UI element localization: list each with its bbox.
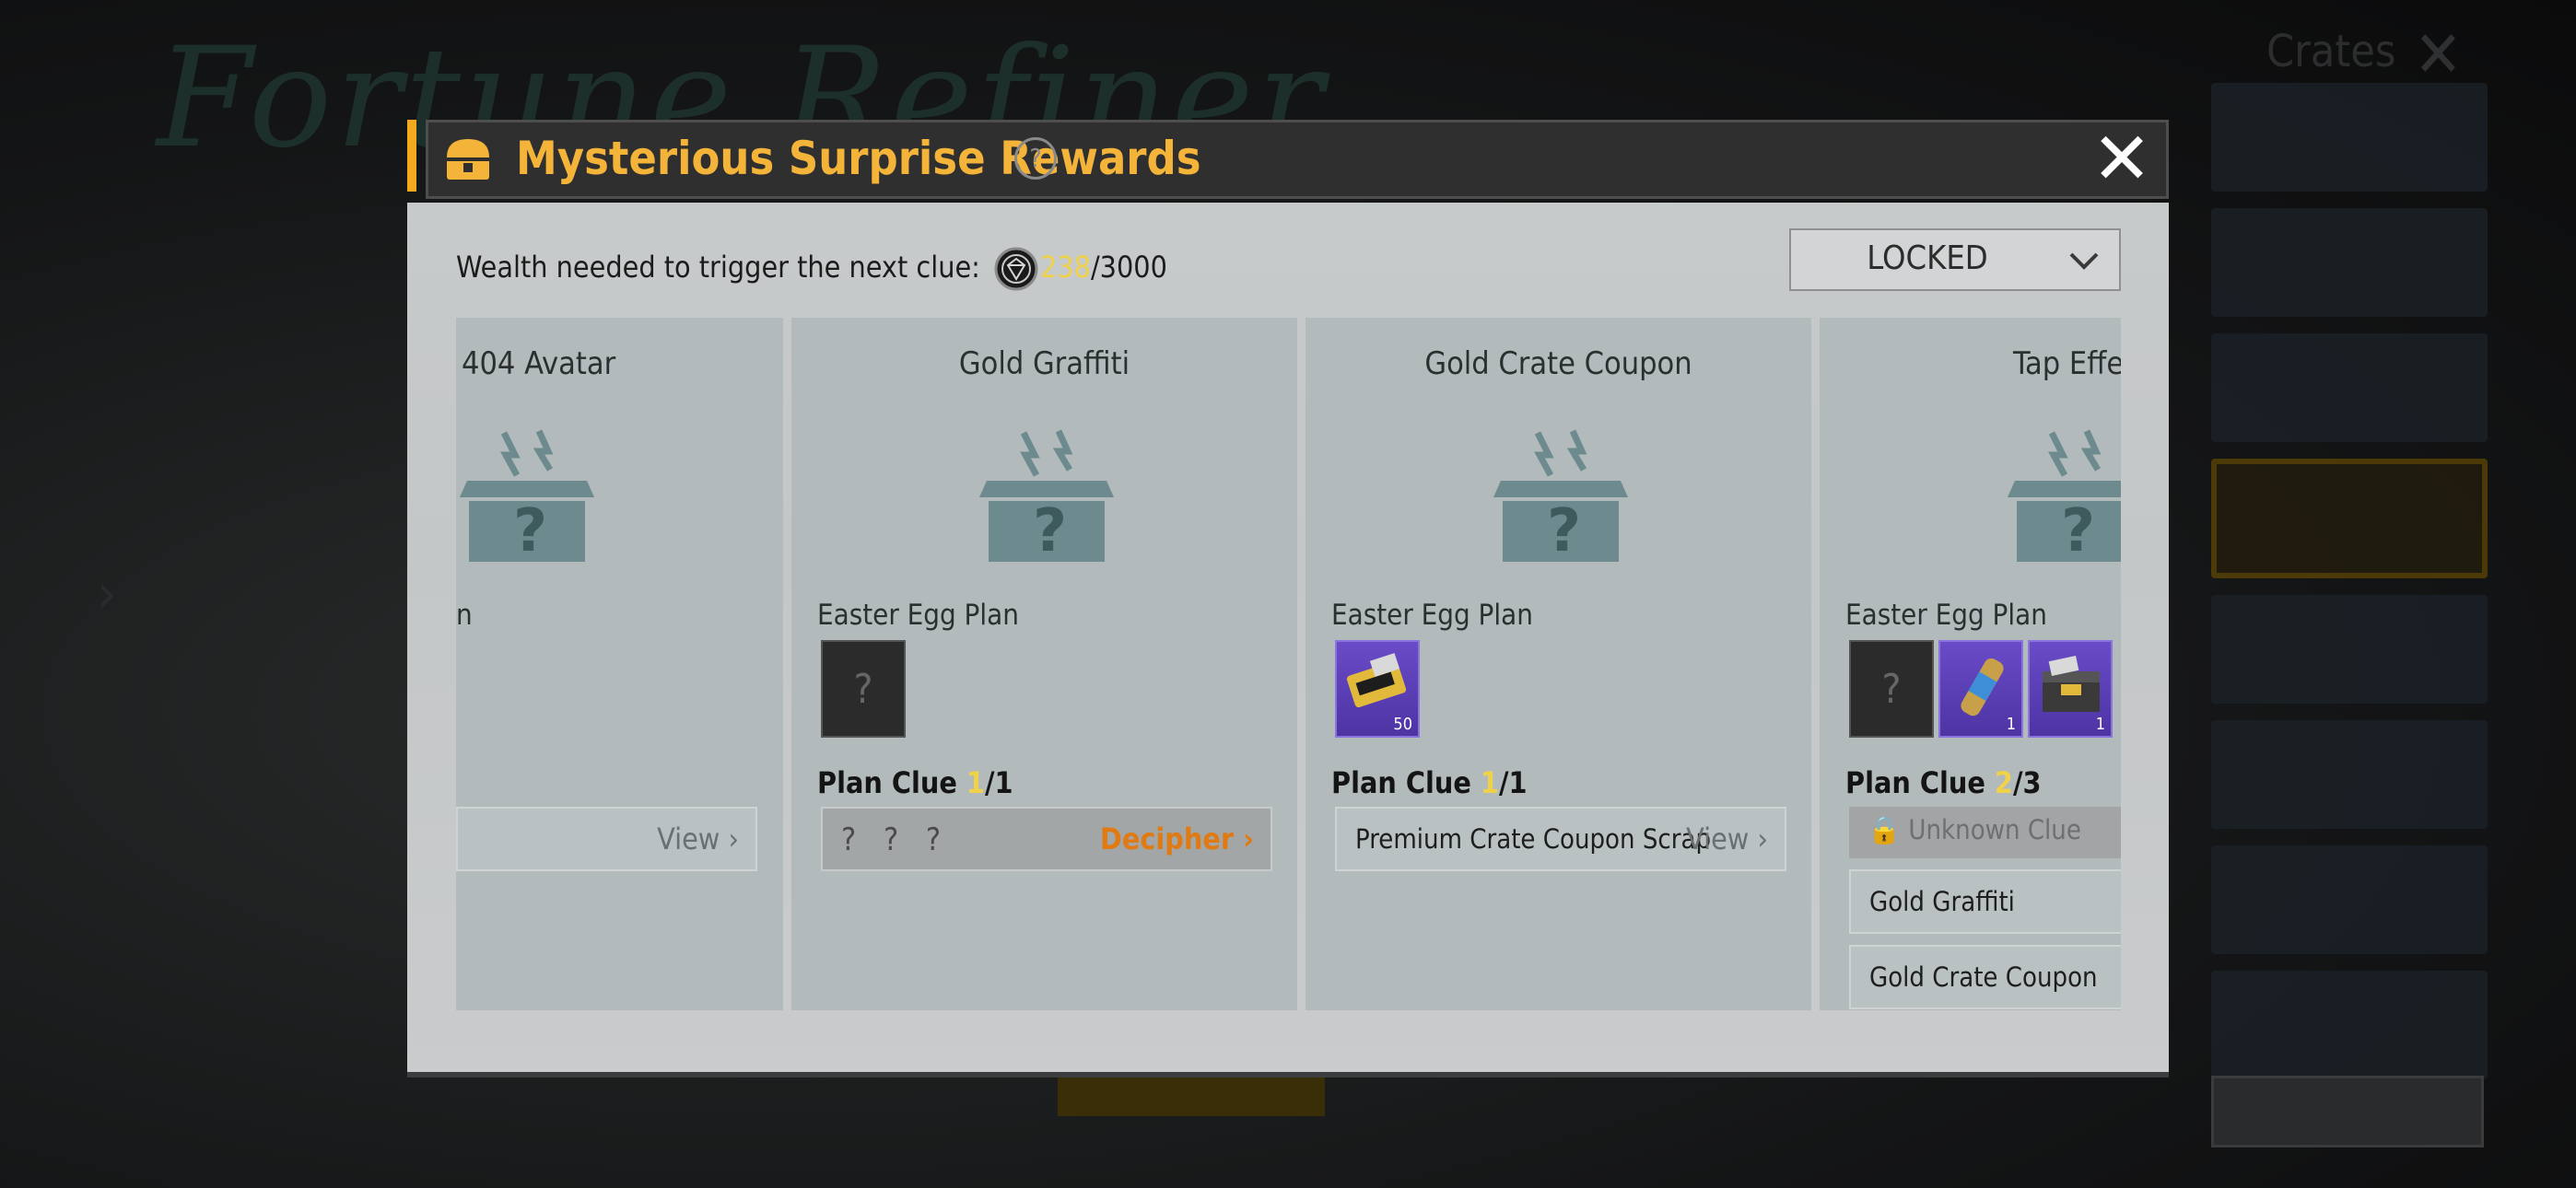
plan-clue: Plan Clue 1/1 xyxy=(817,765,1013,800)
title-accent-bar xyxy=(407,120,416,192)
unknown-item-slot[interactable]: ? xyxy=(1849,640,1934,738)
item-quantity: 50 xyxy=(1393,715,1412,734)
reward-card: 404 Avatar ? n View › xyxy=(456,318,783,1010)
help-icon[interactable]: ? xyxy=(1014,137,1057,180)
chevron-right-icon: › xyxy=(1757,821,1768,856)
background-crate-card xyxy=(2211,459,2488,578)
clue-text: Gold Graffiti xyxy=(1869,886,2015,917)
card-title: Gold Graffiti xyxy=(958,345,1130,382)
card-title: 404 Avatar xyxy=(462,345,616,382)
wealth-coin-icon xyxy=(994,247,1038,291)
easter-egg-label: n xyxy=(456,599,473,632)
view-button[interactable]: View › xyxy=(657,821,739,856)
chevron-down-icon xyxy=(2069,252,2099,270)
item-quantity: 1 xyxy=(2006,715,2016,734)
chevron-right-icon: › xyxy=(1243,821,1254,856)
dialog-header: Mysterious Surprise Rewards ? ✕ xyxy=(426,120,2169,199)
clue-row[interactable]: ? ? ? Decipher › xyxy=(821,807,1272,871)
svg-text:?: ? xyxy=(1033,497,1067,565)
background-crate-card xyxy=(2211,333,2488,442)
treasure-chest-icon xyxy=(447,139,489,180)
dialog-title: Mysterious Surprise Rewards xyxy=(516,132,1201,185)
reward-card: Tap Effec ? Easter Egg Plan ? 1 xyxy=(1820,318,2121,1010)
chevron-right-icon: › xyxy=(728,821,739,856)
grenade-skin-slot[interactable]: 1 xyxy=(1938,640,2023,738)
svg-text:?: ? xyxy=(513,497,547,565)
background-sidebar-title: Crates xyxy=(2266,26,2396,77)
plan-clue: Plan Clue 2/3 xyxy=(1845,765,2042,800)
easter-egg-label: Easter Egg Plan xyxy=(817,599,1019,632)
crate-coupon-slot[interactable]: 50 xyxy=(1335,640,1420,738)
background-left-arrow-icon: › xyxy=(97,562,117,626)
mystery-box-icon: ? xyxy=(979,429,1114,565)
easter-egg-label: Easter Egg Plan xyxy=(1331,599,1533,632)
wealth-max: /3000 xyxy=(1090,250,1167,285)
rewards-dialog: Mysterious Surprise Rewards ? ✕ Wealth n… xyxy=(407,120,2169,1077)
card-title: Gold Crate Coupon xyxy=(1424,345,1692,382)
close-button[interactable]: ✕ xyxy=(2089,123,2155,195)
background-crate-card xyxy=(2211,208,2488,317)
wealth-progress: Wealth needed to trigger the next clue: … xyxy=(456,247,1167,291)
mystery-box-icon: ? xyxy=(2008,429,2121,565)
clue-row[interactable]: Premium Crate Coupon Scrap View › xyxy=(1335,807,1786,871)
mystery-box-icon: ? xyxy=(1493,429,1628,565)
background-crate-card xyxy=(2211,720,2488,829)
svg-text:?: ? xyxy=(1547,497,1581,565)
background-close-icon: ✕ xyxy=(2414,17,2463,92)
card-title: Tap Effec xyxy=(2013,345,2121,382)
reward-card: Gold Graffiti ? Easter Egg Plan ? Plan C… xyxy=(791,318,1297,1010)
background-crate-list xyxy=(2211,83,2488,1096)
background-crate-card xyxy=(2211,83,2488,192)
dialog-bottom-border xyxy=(407,1072,2169,1077)
clue-row[interactable]: View › xyxy=(456,807,757,871)
clue-text: Gold Crate Coupon xyxy=(1869,961,2098,993)
clue-text: Unknown Clue xyxy=(1908,814,2081,845)
hidden-clue-text: ? ? ? xyxy=(841,821,951,858)
wealth-current: 238 xyxy=(1040,250,1091,285)
background-crate-card xyxy=(2211,845,2488,954)
clue-row[interactable]: Gold Crate Coupon xyxy=(1849,945,2121,1009)
easter-egg-label: Easter Egg Plan xyxy=(1845,599,2047,632)
clue-row[interactable]: Gold Graffiti xyxy=(1849,869,2121,934)
clue-row-locked: 🔒 Unknown Clue xyxy=(1849,807,2121,858)
svg-text:?: ? xyxy=(2061,497,2095,565)
background-purchase-bar xyxy=(1058,1074,1325,1116)
background-crate-card xyxy=(2211,595,2488,704)
decipher-button[interactable]: Decipher › xyxy=(1100,821,1254,856)
mystery-box-icon: ? xyxy=(460,429,594,565)
crate-icon xyxy=(2043,656,2100,712)
grenade-skin-icon xyxy=(1961,658,2004,716)
reward-cards-carousel[interactable]: 404 Avatar ? n View › Gold Graffiti ? Ea… xyxy=(456,318,2121,1010)
plan-clue: Plan Clue 1/1 xyxy=(1331,765,1528,800)
clue-text: Premium Crate Coupon Scrap xyxy=(1355,823,1712,855)
view-button[interactable]: View › xyxy=(1686,821,1768,856)
wealth-label: Wealth needed to trigger the next clue: xyxy=(456,250,980,285)
reward-card: Gold Crate Coupon ? Easter Egg Plan 50 P… xyxy=(1306,318,1811,1010)
background-button xyxy=(2211,1076,2484,1147)
filter-selected: LOCKED xyxy=(1867,239,1988,277)
crate-coupon-icon xyxy=(1346,653,1407,708)
unknown-item-slot[interactable]: ? xyxy=(821,640,906,738)
filter-dropdown[interactable]: LOCKED xyxy=(1789,228,2121,291)
dialog-body: Wealth needed to trigger the next clue: … xyxy=(407,203,2169,1076)
crate-slot[interactable]: 1 xyxy=(2028,640,2113,738)
background-crate-card xyxy=(2211,971,2488,1079)
lock-icon: 🔒 xyxy=(1868,814,1902,845)
item-quantity: 1 xyxy=(2095,715,2105,734)
